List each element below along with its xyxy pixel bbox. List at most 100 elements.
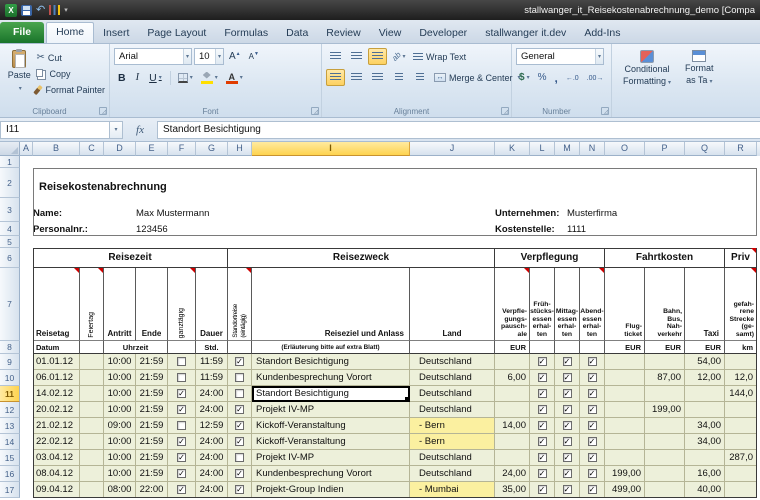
cell-standortreise[interactable]	[228, 386, 252, 402]
cell-reisetag[interactable]: 06.01.12	[33, 370, 80, 386]
section-verpflegung[interactable]: Verpflegung	[495, 248, 605, 268]
cell-land[interactable]: Deutschland	[410, 370, 495, 386]
abendessen-checkbox[interactable]: ✓	[587, 453, 597, 462]
section-reisezeit[interactable]: Reisezeit	[33, 248, 228, 268]
cell-ende[interactable]: 21:59	[136, 466, 168, 482]
col-header-c[interactable]: C	[80, 142, 104, 156]
header-abendessen[interactable]: Abend- essen erhal- ten	[580, 268, 605, 341]
row-header[interactable]: 13	[0, 418, 20, 434]
font-dialog-launcher[interactable]	[311, 107, 319, 115]
cell-mittagessen[interactable]: ✓	[555, 466, 580, 482]
col-header-b[interactable]: B	[33, 142, 80, 156]
cell-antritt[interactable]: 10:00	[104, 386, 136, 402]
cell-feiertag[interactable]	[80, 482, 104, 498]
row-header-5[interactable]: 5	[0, 236, 20, 248]
conditional-formatting-button[interactable]: Conditional Formatting	[616, 47, 678, 88]
abendessen-checkbox[interactable]: ✓	[587, 469, 597, 478]
unit-eur-verpflegung[interactable]: EUR	[495, 341, 530, 354]
cell-reisetag[interactable]: 09.04.12	[33, 482, 80, 498]
undo-icon[interactable]	[36, 5, 45, 16]
col-header-q[interactable]: Q	[685, 142, 725, 156]
cell-fruehstueck[interactable]: ✓	[530, 466, 555, 482]
col-header-p[interactable]: P	[645, 142, 685, 156]
cell-land[interactable]: Deutschland	[410, 402, 495, 418]
col-header-f[interactable]: F	[168, 142, 196, 156]
standortreise-checkbox[interactable]: ✓	[235, 437, 244, 446]
cell-antritt[interactable]: 10:00	[104, 402, 136, 418]
cell-reisetag[interactable]: 21.02.12	[33, 418, 80, 434]
header-antritt[interactable]: Antritt	[104, 268, 136, 341]
ganztaegig-checkbox[interactable]: ✓	[177, 389, 186, 398]
cell-strecke[interactable]: 144,0	[725, 386, 757, 402]
tab-home[interactable]: Home	[46, 22, 95, 43]
copy-button[interactable]: Copy	[34, 66, 107, 81]
cell-feiertag[interactable]	[80, 434, 104, 450]
col-header-j[interactable]: J	[410, 142, 495, 156]
wrap-text-button[interactable]: Wrap Text	[410, 48, 469, 65]
cell-bahn[interactable]	[645, 450, 685, 466]
cell-strecke[interactable]	[725, 354, 757, 370]
cell-ganztaegig[interactable]: ✓	[168, 466, 196, 482]
cell-land[interactable]: Deutschland	[410, 386, 495, 402]
cell-reiseziel[interactable]: Kundenbesprechung Vorort	[252, 370, 410, 386]
cell-dauer[interactable]: 24:00	[196, 402, 228, 418]
cell-flugticket[interactable]	[605, 370, 645, 386]
cell-bahn[interactable]: 199,00	[645, 402, 685, 418]
unit-eur-bahn[interactable]: EUR	[645, 341, 685, 354]
cell-ganztaegig[interactable]	[168, 370, 196, 386]
abendessen-checkbox[interactable]: ✓	[587, 389, 597, 398]
save-icon[interactable]	[21, 4, 32, 16]
cell-standortreise[interactable]: ✓	[228, 354, 252, 370]
cell-mittagessen[interactable]: ✓	[555, 386, 580, 402]
fruehstueck-checkbox[interactable]: ✓	[537, 469, 547, 478]
font-family-combo[interactable]: Arial	[114, 48, 192, 65]
cell-mittagessen[interactable]: ✓	[555, 402, 580, 418]
standortreise-checkbox[interactable]: ✓	[235, 485, 244, 494]
cell-ganztaegig[interactable]: ✓	[168, 402, 196, 418]
header-standortreise[interactable]: Standortreise (eintägig)	[228, 268, 252, 341]
company-label[interactable]: Unternehmen:	[495, 198, 559, 222]
row-header[interactable]: 15	[0, 450, 20, 466]
col-header-o[interactable]: O	[605, 142, 645, 156]
cell-verpflegung[interactable]: 6,00	[495, 370, 530, 386]
cell-reiseziel[interactable]: Kickoff-Veranstaltung	[252, 418, 410, 434]
formula-input[interactable]: Standort Besichtigung	[157, 120, 760, 139]
header-reiseziel[interactable]: Reiseziel und Anlass	[252, 268, 410, 341]
cell-ganztaegig[interactable]: ✓	[168, 450, 196, 466]
cell-bahn[interactable]	[645, 418, 685, 434]
cell-reisetag[interactable]: 03.04.12	[33, 450, 80, 466]
mittagessen-checkbox[interactable]: ✓	[562, 453, 572, 462]
row-header-4[interactable]: 4	[0, 222, 20, 236]
cell-bahn[interactable]	[645, 434, 685, 450]
fill-color-button[interactable]	[198, 69, 221, 86]
standortreise-checkbox[interactable]: ✓	[235, 421, 244, 430]
cell-strecke[interactable]	[725, 482, 757, 498]
cell-strecke[interactable]	[725, 434, 757, 450]
header-flugticket[interactable]: Flug- ticket	[605, 268, 645, 341]
cell-taxi[interactable]: 16,00	[685, 466, 725, 482]
cell-ende[interactable]: 22:00	[136, 482, 168, 498]
abendessen-checkbox[interactable]: ✓	[587, 373, 597, 382]
col-header-n[interactable]: N	[580, 142, 605, 156]
ganztaegig-checkbox[interactable]: ✓	[177, 485, 186, 494]
col-header-d[interactable]: D	[104, 142, 136, 156]
tab-stallwanger-it-dev[interactable]: stallwanger it.dev	[476, 24, 575, 43]
ganztaegig-checkbox[interactable]	[177, 373, 186, 382]
cell-ganztaegig[interactable]: ✓	[168, 386, 196, 402]
fruehstueck-checkbox[interactable]: ✓	[537, 485, 547, 494]
cut-button[interactable]: Cut	[34, 50, 107, 65]
cell-mittagessen[interactable]: ✓	[555, 418, 580, 434]
fruehstueck-checkbox[interactable]: ✓	[537, 453, 547, 462]
cell-taxi[interactable]: 54,00	[685, 354, 725, 370]
format-as-table-button[interactable]: Format as Ta	[678, 47, 721, 87]
abendessen-checkbox[interactable]: ✓	[587, 485, 597, 494]
cell-reisetag[interactable]: 20.02.12	[33, 402, 80, 418]
mittagessen-checkbox[interactable]: ✓	[562, 437, 572, 446]
header-verpflegungspauschale[interactable]: Verpfle- gungs- pausch- ale	[495, 268, 530, 341]
paste-button[interactable]: Paste	[4, 47, 34, 92]
header-ganztaegig[interactable]: ganztägig	[168, 268, 196, 341]
cell-land[interactable]: - Mumbai	[410, 482, 495, 498]
cell-bahn[interactable]	[645, 386, 685, 402]
cell-verpflegung[interactable]: 24,00	[495, 466, 530, 482]
cell-ganztaegig[interactable]	[168, 354, 196, 370]
